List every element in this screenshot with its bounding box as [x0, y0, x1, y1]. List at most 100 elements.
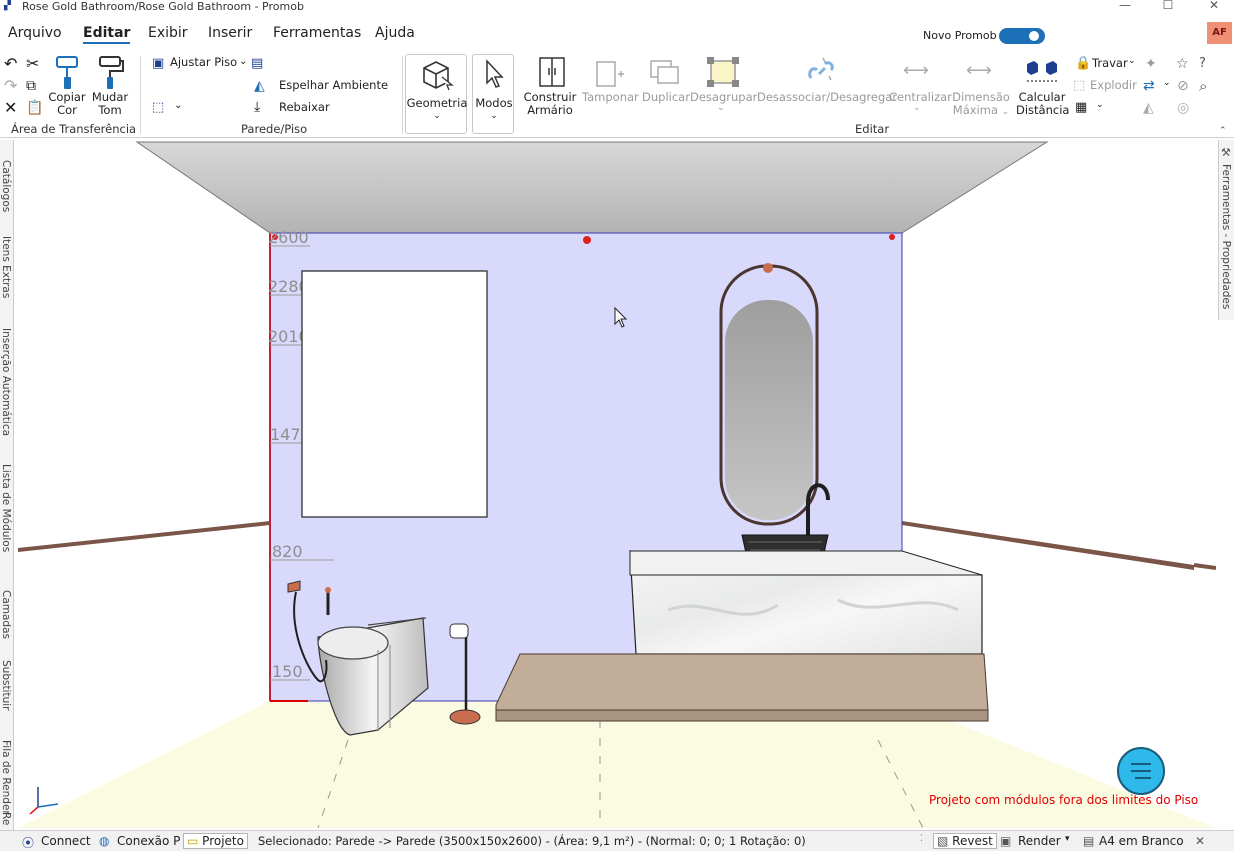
help-icon[interactable]: ?	[1199, 55, 1206, 73]
mudar-tom-button[interactable]: Mudar Tom	[88, 91, 132, 117]
zoom-icon[interactable]: ⌕	[1199, 77, 1207, 95]
copy-icon[interactable]: ⧉	[26, 77, 36, 95]
tab-fila-render[interactable]: Fila de Render	[0, 740, 12, 815]
dimension-label-150: 150	[272, 662, 303, 681]
mirror-hook	[763, 263, 773, 273]
geometria-button[interactable]: Geometria ⌄	[405, 54, 467, 134]
title-bar: ▞ Rose Gold Bathroom/Rose Gold Bathroom …	[0, 0, 1234, 16]
tab-substituir[interactable]: Substituir	[0, 660, 12, 711]
menu-ajuda[interactable]: Ajuda	[375, 25, 415, 41]
conexao-button[interactable]: Conexão P	[117, 834, 180, 848]
delete-icon[interactable]: ✕	[4, 99, 17, 117]
layout-dropdown-icon[interactable]: ⌄	[1096, 100, 1104, 110]
paint-roller-icon	[99, 56, 124, 89]
status-bar: ⦿ Connect ◍ Conexão P ▭ Projeto Selecion…	[0, 830, 1234, 851]
right-side-panel: ⚒ Ferramentas - Propriedades	[1218, 140, 1234, 320]
novo-promob-toggle[interactable]	[999, 28, 1045, 44]
globe-icon: ◍	[99, 834, 110, 848]
rotate-icon[interactable]: ◎	[1177, 99, 1189, 117]
calcular-distancia-button[interactable]: Calcular Distância	[1016, 91, 1069, 117]
dimensao-maxima-icon: ⟷	[966, 60, 992, 81]
scissors-icon[interactable]: ✂	[26, 55, 39, 73]
wooden-platform[interactable]	[495, 653, 989, 711]
travar-button[interactable]: Travar	[1092, 57, 1128, 70]
star-icon[interactable]: ☆	[1176, 55, 1189, 73]
toilet-paper-roll[interactable]	[449, 623, 469, 639]
app-icon: ▞	[4, 1, 11, 11]
construir-armario-button[interactable]: Construir Armário	[522, 91, 578, 117]
tool-icon[interactable]: ✦	[1145, 55, 1157, 73]
revest-button[interactable]: ▧ Revest	[933, 833, 997, 849]
menu-inserir[interactable]: Inserir	[208, 25, 252, 41]
group-label-clipboard: Área de Transferência	[11, 122, 137, 136]
ceiling[interactable]	[135, 141, 1049, 234]
construir-armario-label-2: Armário	[527, 103, 573, 117]
redo-icon[interactable]: ↷	[4, 77, 17, 95]
menu-arquivo[interactable]: Arquivo	[8, 25, 62, 41]
modos-label: Modos	[475, 96, 513, 110]
menu-exibir[interactable]: Exibir	[148, 25, 188, 41]
tab-camadas[interactable]: Camadas	[0, 590, 12, 639]
explodir-button[interactable]: Explodir	[1090, 79, 1137, 92]
tamponar-button[interactable]: Tamponar	[582, 91, 639, 104]
ajustar-piso-button[interactable]: Ajustar Piso	[170, 56, 237, 69]
avatar[interactable]: AF	[1207, 22, 1232, 44]
layout-icon[interactable]: ▦	[1075, 99, 1087, 117]
tab-itens-extras[interactable]: Itens Extras	[0, 236, 12, 298]
window-title: Rose Gold Bathroom/Rose Gold Bathroom - …	[22, 0, 304, 13]
ribbon-separator	[140, 56, 141, 134]
cube-geometry-icon	[423, 61, 454, 91]
ajustar-piso-icon: ▣	[152, 56, 165, 71]
page-icon: ▤	[1083, 834, 1095, 848]
undo-icon[interactable]: ↶	[4, 55, 17, 73]
close-window-button[interactable]: ✕	[1199, 0, 1229, 12]
revest-label: Revest	[952, 834, 993, 848]
maximize-button[interactable]: ☐	[1153, 0, 1183, 12]
rebaixar-button[interactable]: Rebaixar	[279, 101, 330, 114]
ajustar-piso-dropdown-icon[interactable]: ⌄	[239, 56, 247, 67]
copiar-cor-button[interactable]: Copiar Cor	[46, 91, 88, 117]
modos-button[interactable]: Modos ⌄	[472, 54, 514, 134]
floor-limit-warning: Projeto com módulos fora dos limites do …	[929, 793, 1199, 807]
select-area-dropdown-icon[interactable]: ⌄	[174, 100, 182, 111]
dimensao-maxima-button[interactable]: Dimensão Máxima ⌄	[952, 91, 1010, 119]
collapse-ribbon-icon[interactable]: ⌃	[1219, 126, 1227, 136]
wall-handle-marker[interactable]	[583, 236, 591, 244]
travar-dropdown-icon[interactable]: ⌄	[1128, 56, 1136, 66]
connect-icon: ⦿	[22, 836, 35, 850]
select-area-icon[interactable]: ⬚	[152, 99, 164, 117]
swap-icon[interactable]: ⇄	[1143, 77, 1155, 95]
oval-mirror[interactable]	[725, 300, 813, 520]
mirror-small-icon[interactable]: ◭	[1143, 99, 1154, 117]
espelhar-ambiente-button[interactable]: Espelhar Ambiente	[279, 79, 388, 92]
tab-re[interactable]: Re	[0, 812, 12, 825]
menu-editar[interactable]: Editar	[83, 25, 131, 44]
wall-corner-marker[interactable]	[889, 234, 895, 240]
attach-icon[interactable]: ⊘	[1177, 77, 1189, 95]
connect-button[interactable]: Connect	[41, 834, 91, 848]
copiar-cor-label-2: Cor	[57, 103, 77, 117]
paste-icon[interactable]: 📋	[26, 99, 43, 117]
duplicar-button[interactable]: Duplicar	[642, 91, 690, 104]
projeto-button[interactable]: ▭ Projeto	[183, 833, 248, 849]
render-dropdown-icon[interactable]: ▾	[1065, 834, 1070, 844]
a4-em-branco-button[interactable]: A4 em Branco	[1099, 834, 1184, 848]
menu-ferramentas[interactable]: Ferramentas	[273, 25, 361, 41]
minimize-button[interactable]: —	[1110, 0, 1140, 12]
scene-svg[interactable]: 2600 2280 2010 1470 820 150	[18, 140, 1216, 828]
tab-insercao-automatica[interactable]: Inserção Automática	[0, 328, 12, 436]
render-button[interactable]: Render	[1018, 834, 1061, 848]
tab-catalogos[interactable]: Catálogos	[0, 160, 12, 212]
3d-viewport[interactable]: 2600 2280 2010 1470 820 150 Projeto com …	[18, 140, 1216, 828]
wall-list-icon[interactable]: ▤	[251, 55, 263, 73]
desassociar-button[interactable]: Desassociar/Desagregar	[757, 91, 897, 104]
tab-lista-modulos[interactable]: Lista de Módulos	[0, 464, 12, 552]
centralizar-dropdown-icon[interactable]: ⌄	[913, 102, 921, 115]
mirror-icon: ◭	[254, 78, 265, 94]
close-tab-icon[interactable]: ✕	[1195, 834, 1205, 848]
tab-ferramentas-propriedades[interactable]: Ferramentas - Propriedades	[1220, 164, 1232, 309]
dimension-label-820: 820	[272, 542, 303, 561]
desagrupar-dropdown-icon[interactable]: ⌄	[717, 102, 725, 115]
wall-window-panel[interactable]	[301, 270, 488, 518]
swap-dropdown-icon[interactable]: ⌄	[1163, 78, 1171, 88]
